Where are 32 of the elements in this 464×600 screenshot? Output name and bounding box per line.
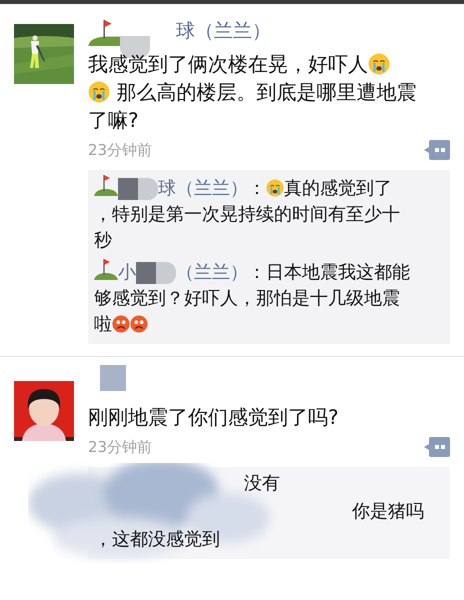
comment-text: 日本地震我这都能	[266, 262, 410, 283]
post-time: 23分钟前	[88, 438, 152, 456]
angry-emoji-icon	[130, 315, 148, 333]
commenter-name[interactable]: 球（兰兰）	[158, 178, 248, 199]
poster-name[interactable]: 球（兰兰）	[176, 16, 271, 46]
censor-mosaic	[100, 365, 126, 391]
comment-text: 够感觉到？好吓人，那怕是十几级地震	[94, 288, 400, 309]
post-text: 了嘛?	[88, 108, 139, 132]
crying-emoji-icon	[368, 53, 390, 75]
comment-text: 没有	[244, 473, 280, 494]
golf-flag-icon	[94, 258, 118, 280]
comment-text: ，特别是第一次晃持续的时间有至少十	[94, 204, 400, 225]
censor-mosaic	[118, 178, 158, 200]
crying-emoji-icon	[266, 179, 284, 197]
commenter-name[interactable]: （兰兰）	[176, 262, 248, 283]
comment-menu-icon[interactable]	[424, 437, 450, 457]
comment-menu-icon[interactable]	[424, 140, 450, 160]
colon: ：	[248, 178, 266, 199]
comment-text: 真的感觉到了	[284, 178, 392, 199]
colon: ：	[248, 262, 266, 283]
golf-flag-icon	[94, 174, 118, 196]
commenter-name[interactable]: 小	[118, 262, 136, 283]
comment-text: 秒	[94, 230, 112, 251]
comment-text: ，这都没感觉到	[94, 529, 220, 550]
comment-text: 你是猪吗	[352, 501, 424, 522]
post-time: 23分钟前	[88, 140, 152, 160]
censor-mosaic	[136, 262, 176, 284]
post-text: 那么高的楼层。到底是哪里遭地震	[115, 80, 416, 104]
comment-text: 啦	[94, 314, 112, 335]
angry-emoji-icon	[112, 315, 130, 333]
post-text: 刚刚地震了你们感觉到了吗?	[88, 405, 339, 429]
post-text: 我感觉到了俩次楼在晃，好吓人	[88, 52, 368, 76]
